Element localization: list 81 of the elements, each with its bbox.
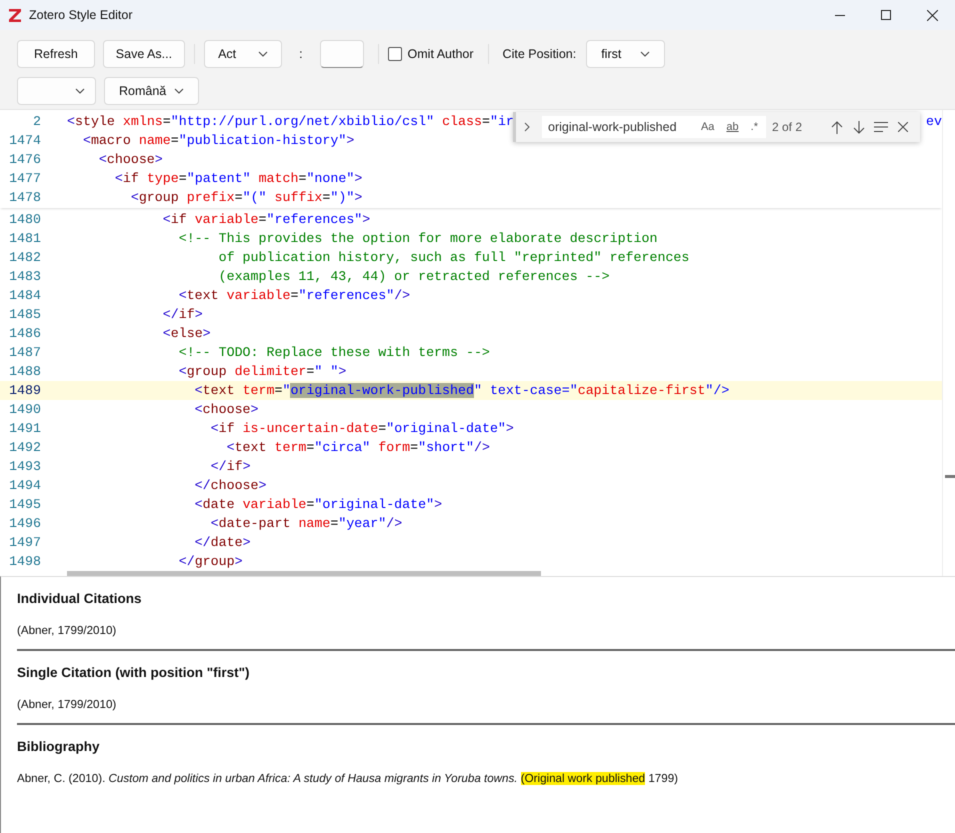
- citation-text: (Abner, 1799/2010): [17, 624, 118, 637]
- code-line: <if variable="references">: [162, 211, 370, 229]
- find-input[interactable]: original-work-published Aa ab .*: [542, 116, 766, 138]
- line-number: 1480: [8, 211, 41, 229]
- chevron-down-icon: [174, 88, 184, 94]
- citation-text: (Abner, 1799/2010): [17, 698, 118, 711]
- chevron-down-icon: [640, 51, 650, 57]
- line-number: 1494: [8, 477, 41, 495]
- line-number: 2: [32, 113, 41, 131]
- locator-input[interactable]: [320, 40, 364, 68]
- find-option-toggle[interactable]: .*: [748, 120, 760, 134]
- minimize-icon: [835, 14, 845, 16]
- code-line: <group delimiter=" ">: [178, 363, 346, 381]
- save-as-button[interactable]: Save As...: [102, 40, 186, 68]
- code-line: <style xmlns="http://purl.org/net/xbiblio/csl" class="ir: [67, 113, 514, 131]
- code-line: <if type="patent" match="none">: [114, 170, 362, 188]
- code-line: <group prefix="(" suffix=")">: [130, 189, 362, 207]
- close-icon: [926, 10, 938, 20]
- line-number: 1481: [8, 230, 41, 248]
- cite-position-label: Cite Position:: [502, 47, 576, 61]
- code-editor[interactable]: [0, 109, 955, 576]
- code-line: <!-- TODO: Replace these with terms -->: [178, 344, 490, 362]
- code-line: </choose>: [194, 477, 267, 495]
- cite-position-dropdown[interactable]: first: [586, 40, 666, 68]
- code-line: </date>: [194, 534, 251, 552]
- omit-author-checkbox[interactable]: Omit Author: [388, 47, 474, 61]
- line-number: 1478: [8, 189, 41, 207]
- line-number: 1483: [8, 268, 41, 286]
- line-number: 1476: [8, 151, 41, 169]
- maximize-icon: [881, 10, 891, 20]
- chevron-down-icon: [258, 51, 268, 57]
- refresh-button[interactable]: Refresh: [17, 40, 95, 68]
- vertical-scrollbar[interactable]: [942, 110, 955, 576]
- line-number: 1487: [8, 344, 41, 362]
- line-number: 1477: [8, 170, 41, 188]
- line-number: 1488: [8, 363, 41, 381]
- section-heading: Single Citation (with position "first"): [17, 665, 251, 680]
- line-number: 1498: [8, 553, 41, 571]
- code-line: <text term="circa" form="short"/>: [226, 439, 490, 457]
- line-number: 1496: [8, 515, 41, 533]
- section-heading: Individual Citations: [17, 591, 143, 606]
- chevron-down-icon: [75, 88, 85, 94]
- code-line: </if>: [162, 306, 203, 324]
- line-number: 1497: [8, 534, 41, 552]
- code-line: <else>: [162, 325, 211, 343]
- code-line: <choose>: [194, 401, 259, 419]
- code-line: <text variable="references"/>: [178, 287, 410, 305]
- match-count: 2 of 2: [772, 120, 804, 134]
- code-line: (examples 11, 43, 44) or retracted references -->: [218, 268, 610, 286]
- line-number: 1485: [8, 306, 41, 324]
- section-heading: Bibliography: [17, 739, 101, 754]
- line-number: 1484: [8, 287, 41, 305]
- bibliography-entry: Abner, C. (2010). Custom and politics in urban Africa: A study of Hausa migrants in Yoruba towns. (Original work published 1799): [17, 772, 679, 785]
- line-number: 1490: [8, 401, 41, 419]
- horizontal-scrollbar-thumb[interactable]: [67, 571, 541, 576]
- code-line: </group>: [178, 553, 243, 571]
- code-line: <date-part name="year"/>: [210, 515, 402, 533]
- separator-label: :: [299, 47, 303, 61]
- line-number: 1493: [8, 458, 41, 476]
- language-dropdown[interactable]: Română: [104, 77, 200, 105]
- line-number: 1482: [8, 249, 41, 267]
- line-number: 1474: [8, 132, 41, 150]
- window-title: Zotero Style Editor: [29, 8, 134, 22]
- line-number: 1492: [8, 439, 41, 457]
- line-number: 1489: [8, 382, 41, 400]
- line-number: 1491: [8, 420, 41, 438]
- locator-type-dropdown[interactable]: Act: [204, 40, 282, 68]
- find-option-toggle[interactable]: ab: [724, 120, 741, 134]
- code-line: </if>: [210, 458, 251, 476]
- code-line: <date variable="original-date">: [194, 496, 442, 514]
- code-fragment: ev: [926, 113, 942, 131]
- code-line: <text term="original-work-published" text-case="capitalize-first"/>: [194, 382, 730, 400]
- line-number: 1495: [8, 496, 41, 514]
- code-line: <choose>: [98, 151, 163, 169]
- code-line: <macro name="publication-history">: [82, 132, 354, 150]
- app-logo-icon: [9, 8, 21, 22]
- code-line: <if is-uncertain-date="original-date">: [210, 420, 514, 438]
- code-line: of publication history, such as full "reprinted" references: [218, 249, 690, 267]
- code-line: <!-- This provides the option for more elaborate description: [178, 230, 658, 248]
- line-number: 1486: [8, 325, 41, 343]
- find-option-toggle[interactable]: Aa: [698, 120, 716, 134]
